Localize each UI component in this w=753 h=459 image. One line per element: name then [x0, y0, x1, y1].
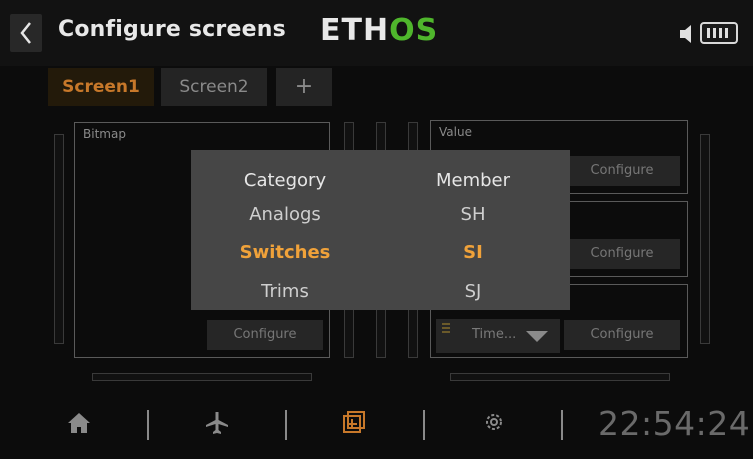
airplane-icon[interactable]	[204, 410, 230, 436]
configure-button[interactable]: Configure	[564, 320, 680, 350]
battery-icon	[700, 22, 738, 44]
nav-separator	[423, 410, 425, 440]
page-title: Configure screens	[58, 17, 286, 42]
configure-button[interactable]: Configure	[564, 239, 680, 269]
member-column-header: Member	[435, 170, 511, 191]
dropdown-value: Time...	[472, 327, 517, 342]
screens-icon[interactable]	[342, 410, 366, 434]
header-bar: Configure screens ETHOS	[0, 0, 753, 66]
configure-button[interactable]: Configure	[207, 320, 323, 350]
ethos-screen: Configure screens ETHOS Screen1 Screen2 …	[0, 0, 753, 459]
source-picker-dialog: Category Member Analogs Switches Trims S…	[191, 150, 570, 310]
ethos-logo: ETHOS	[320, 13, 438, 48]
speaker-icon[interactable]	[678, 24, 696, 44]
tab-screen2[interactable]: Screen2	[161, 68, 267, 106]
logo-text-eth: ETH	[320, 13, 390, 48]
category-option-trims[interactable]: Trims	[205, 281, 365, 302]
category-option-analogs[interactable]: Analogs	[205, 204, 365, 225]
left-trim-bar	[54, 134, 64, 344]
nav-separator	[285, 410, 287, 440]
right-trim-bar	[700, 134, 710, 344]
widget-label: Value	[439, 125, 472, 139]
nav-separator	[147, 410, 149, 440]
logo-text-os: OS	[389, 13, 439, 48]
widget-label: Bitmap	[83, 127, 126, 141]
member-option-sh[interactable]: SH	[393, 204, 553, 225]
category-column-header: Category	[243, 170, 327, 191]
back-button[interactable]	[10, 14, 42, 52]
add-screen-tab[interactable]: +	[276, 68, 332, 106]
category-option-switches[interactable]: Switches	[205, 242, 365, 263]
clock: 22:54:24	[598, 404, 751, 443]
gear-icon[interactable]	[482, 410, 506, 434]
member-option-sj[interactable]: SJ	[393, 281, 553, 302]
member-option-si[interactable]: SI	[393, 242, 553, 263]
tab-screen1[interactable]: Screen1	[48, 68, 154, 106]
nav-separator	[561, 410, 563, 440]
widget-type-dropdown[interactable]: Time...	[436, 319, 560, 353]
chevron-left-icon	[20, 22, 31, 44]
menu-lines-icon	[442, 323, 450, 333]
right-slider-bar	[450, 373, 670, 381]
left-slider-bar	[92, 373, 312, 381]
caret-down-icon	[526, 331, 548, 342]
configure-button[interactable]: Configure	[564, 156, 680, 186]
home-icon[interactable]	[66, 410, 92, 436]
